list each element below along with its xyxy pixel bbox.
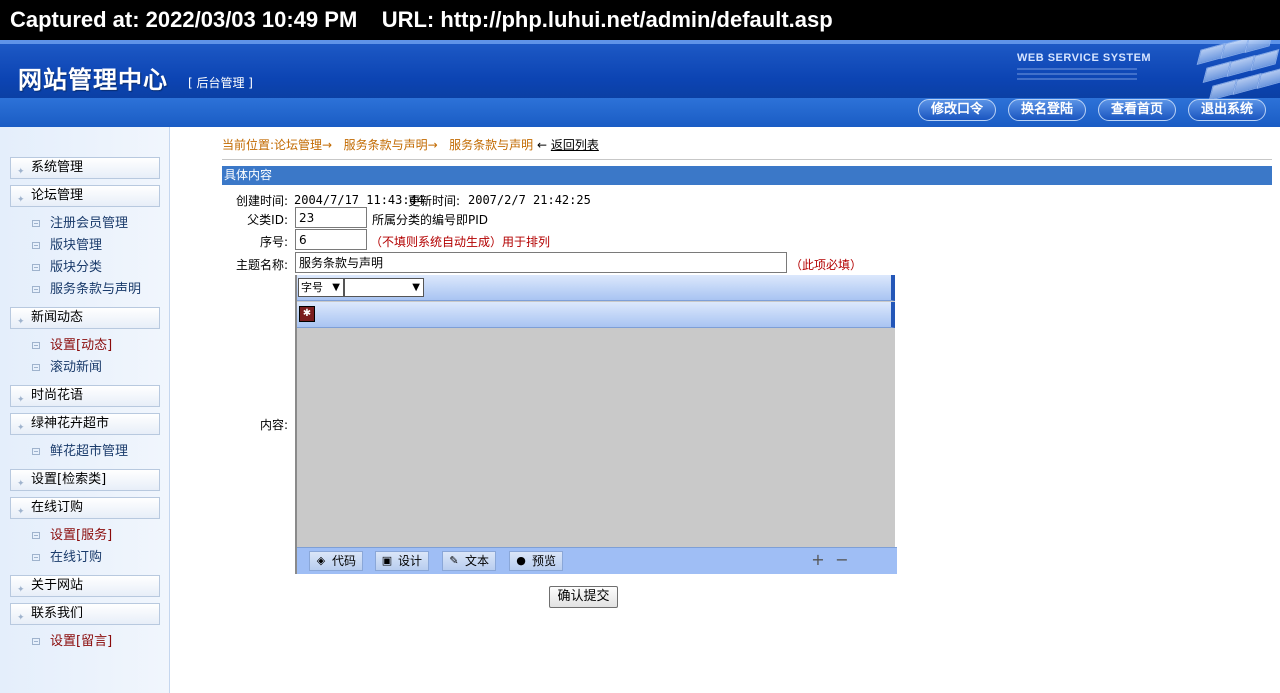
switch-login-button[interactable]: 换名登陆 <box>1008 99 1086 121</box>
item-icon <box>32 342 40 349</box>
content-label: 内容: <box>259 418 288 432</box>
mode-preview-button[interactable]: ● 预览 <box>509 551 564 571</box>
bullet-icon: ✦ <box>17 585 25 595</box>
tagline-decoration <box>1017 68 1137 82</box>
editor-content-area[interactable] <box>297 329 895 547</box>
parent-id-input[interactable] <box>295 207 367 228</box>
capture-banner: Captured at: 2022/03/03 10:49 PM URL: ht… <box>0 0 1280 40</box>
bullet-icon: ✦ <box>17 317 25 327</box>
item-icon <box>32 554 40 561</box>
order-input[interactable] <box>295 229 367 250</box>
font-size-select[interactable]: 字号 ▼ <box>298 278 344 297</box>
breadcrumb-step1[interactable]: 服务条款与声明 <box>344 138 428 152</box>
mode-code-button[interactable]: ◈ 代码 <box>309 551 364 571</box>
globe-icon: ● <box>516 554 526 567</box>
breadcrumb-arrow: → <box>427 138 438 152</box>
bullet-icon: ✦ <box>17 423 25 433</box>
panel-title: 具体内容 <box>222 166 1272 185</box>
bullet-icon: ✦ <box>17 613 25 623</box>
editor-mode-bar: ◈ 代码 ▣ 设计 ✎ 文本 ● 预览 + − <box>297 547 897 574</box>
subject-label: 主题名称: <box>235 258 288 272</box>
submit-button[interactable]: 确认提交 <box>549 586 618 608</box>
menu-item-market-management[interactable]: 鲜花超市管理 <box>30 443 128 461</box>
site-subtitle: [ 后台管理 ] <box>188 76 253 90</box>
chevron-down-icon: ▼ <box>332 282 340 293</box>
created-value: 2004/7/17 11:43:44 <box>294 193 425 207</box>
subject-input[interactable] <box>295 252 787 273</box>
chevron-down-icon: ▼ <box>412 282 420 293</box>
keyboard-graphic <box>1160 40 1280 102</box>
insert-special-icon[interactable]: ✱ <box>299 306 315 322</box>
bullet-icon: ✦ <box>17 195 25 205</box>
menu-group-system[interactable]: ✦ 系统管理 <box>10 157 160 179</box>
bullet-icon: ✦ <box>17 167 25 177</box>
font-family-select[interactable]: ▼ <box>344 278 424 297</box>
menu-group-search-settings[interactable]: ✦ 设置[检索类] <box>10 469 160 491</box>
menu-group-about[interactable]: ✦ 关于网站 <box>10 575 160 597</box>
bullet-icon: ✦ <box>17 395 25 405</box>
menu-item-terms[interactable]: 服务条款与声明 <box>30 281 141 299</box>
parent-id-note: 所属分类的编号即PID <box>372 213 489 227</box>
breadcrumb-step2[interactable]: 服务条款与声明 <box>449 138 533 152</box>
rich-text-editor: 字号 ▼ ▼ ✱ ◈ 代码 ▣ 设计 ✎ 文本 ● 预览 + − <box>295 275 897 574</box>
divider <box>222 159 1272 160</box>
parent-id-label: 父类ID: <box>247 213 288 227</box>
menu-group-news[interactable]: ✦ 新闻动态 <box>10 307 160 329</box>
header: 网站管理中心 [ 后台管理 ] WEB SERVICE SYSTEM 修改口令 … <box>0 40 1280 127</box>
breadcrumb-arrow: → <box>322 138 333 152</box>
code-icon: ◈ <box>316 554 326 567</box>
zoom-out-icon[interactable]: − <box>834 552 850 568</box>
mode-design-button[interactable]: ▣ 设计 <box>375 551 430 571</box>
subject-note: （此项必填） <box>790 258 863 272</box>
order-note: （不填则系统自动生成）用于排列 <box>370 235 551 249</box>
created-label: 创建时间: <box>235 194 288 208</box>
zoom-in-icon[interactable]: + <box>810 552 826 568</box>
item-icon <box>32 448 40 455</box>
tagline: WEB SERVICE SYSTEM <box>1017 52 1152 64</box>
menu-item-boards[interactable]: 版块管理 <box>30 237 102 255</box>
menu-group-forum[interactable]: ✦ 论坛管理 <box>10 185 160 207</box>
mode-text-button[interactable]: ✎ 文本 <box>442 551 497 571</box>
item-icon <box>32 220 40 227</box>
item-icon <box>32 242 40 249</box>
text-icon: ✎ <box>449 554 459 567</box>
editor-toolbar-tools: ✱ <box>297 302 895 328</box>
menu-group-contact[interactable]: ✦ 联系我们 <box>10 603 160 625</box>
menu-group-flower-language[interactable]: ✦ 时尚花语 <box>10 385 160 407</box>
breadcrumb-prefix[interactable]: 当前位置:论坛管理 <box>222 138 322 152</box>
menu-item-members[interactable]: 注册会员管理 <box>30 215 128 233</box>
menu-item-message-settings[interactable]: 设置[留言] <box>30 633 112 651</box>
back-arrow-icon: ← <box>536 138 547 152</box>
breadcrumb: 当前位置:论坛管理→ 服务条款与声明→ 服务条款与声明 ← 返回列表 <box>222 136 599 153</box>
menu-group-orders[interactable]: ✦ 在线订购 <box>10 497 160 519</box>
updated-label: 更新时间: <box>408 194 461 208</box>
menu-item-board-categories[interactable]: 版块分类 <box>30 259 102 277</box>
menu-item-service-settings[interactable]: 设置[服务] <box>30 527 112 545</box>
item-icon <box>32 264 40 271</box>
back-to-list-link[interactable]: 返回列表 <box>551 138 599 152</box>
bullet-icon: ✦ <box>17 507 25 517</box>
editor-toolbar-fonts: 字号 ▼ ▼ <box>297 275 895 301</box>
site-title: 网站管理中心 <box>18 66 168 94</box>
menu-item-news-settings[interactable]: 设置[动态] <box>30 337 112 355</box>
item-icon <box>32 364 40 371</box>
order-label: 序号: <box>259 235 288 249</box>
view-homepage-button[interactable]: 查看首页 <box>1098 99 1176 121</box>
design-icon: ▣ <box>381 554 393 567</box>
item-icon <box>32 286 40 293</box>
bullet-icon: ✦ <box>17 479 25 489</box>
item-icon <box>32 532 40 539</box>
item-icon <box>32 638 40 645</box>
change-password-button[interactable]: 修改口令 <box>918 99 996 121</box>
menu-item-scrolling-news[interactable]: 滚动新闻 <box>30 359 102 377</box>
logout-button[interactable]: 退出系统 <box>1188 99 1266 121</box>
menu-item-online-orders[interactable]: 在线订购 <box>30 549 102 567</box>
updated-value: 2007/2/7 21:42:25 <box>468 193 591 207</box>
sidebar: ✦ 系统管理 ✦ 论坛管理 注册会员管理 版块管理 版块分类 服务条款与声明 ✦ 新闻… <box>0 127 170 693</box>
menu-group-flower-market[interactable]: ✦ 绿神花卉超市 <box>10 413 160 435</box>
